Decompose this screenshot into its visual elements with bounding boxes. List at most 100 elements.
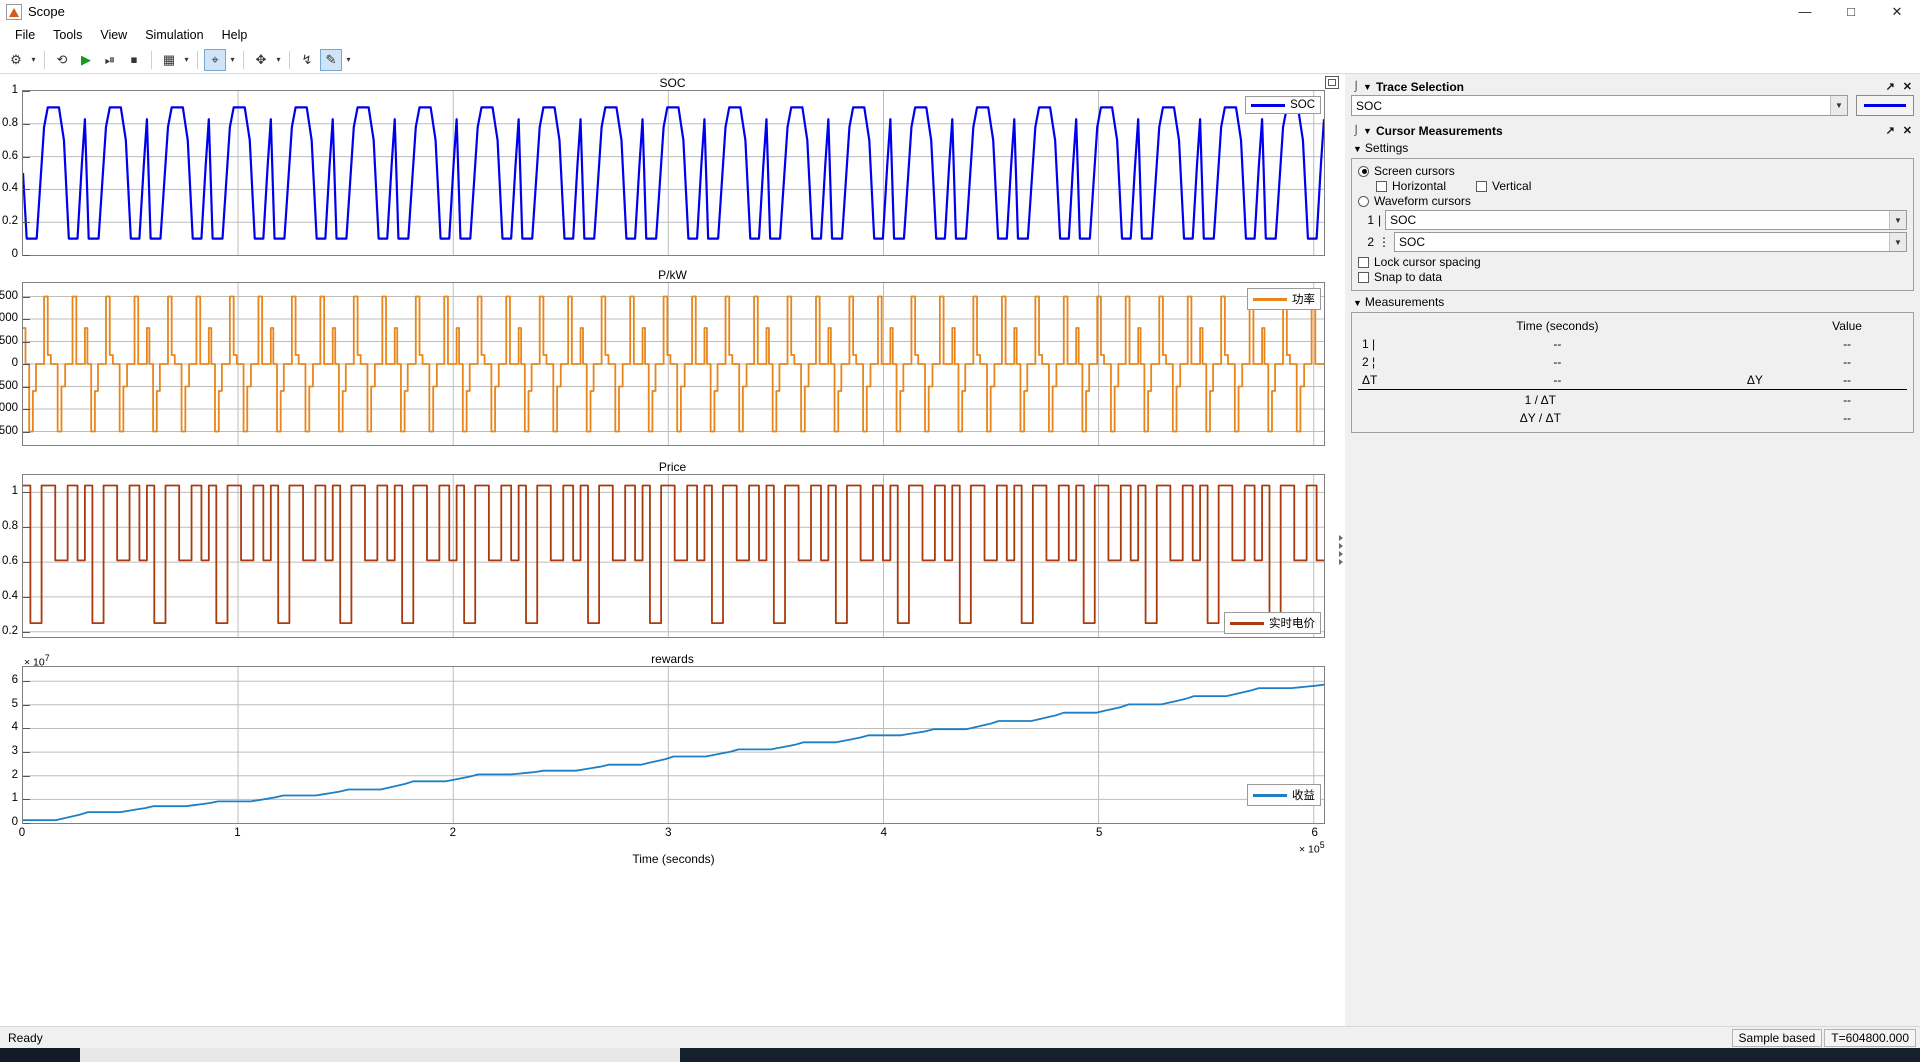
close-button[interactable]: ✕: [1874, 0, 1920, 24]
chevron-down-icon[interactable]: ▼: [1363, 126, 1372, 136]
step-forward-icon[interactable]: ⏯: [99, 49, 121, 71]
axes-container: 10.80.60.40.2实时电价: [22, 474, 1325, 638]
pin-icon[interactable]: ⌡: [1353, 81, 1359, 92]
configuration-properties-icon[interactable]: ⚙: [5, 49, 27, 71]
vertical-checkbox-row[interactable]: Vertical: [1476, 179, 1531, 193]
status-sim-time: T=604800.000: [1824, 1029, 1916, 1047]
checkbox-icon[interactable]: [1376, 181, 1387, 192]
horizontal-checkbox-row[interactable]: Horizontal: [1376, 179, 1446, 193]
waveform-cursors-option[interactable]: Waveform cursors: [1358, 194, 1907, 208]
cursor-1-dropdown[interactable]: SOC ▼: [1385, 210, 1907, 230]
cursor-settings-group: Screen cursors Horizontal Vertical Wavef…: [1351, 158, 1914, 291]
menu-view[interactable]: View: [91, 26, 136, 44]
axes[interactable]: [22, 282, 1325, 446]
y-tick-label: 0.8: [2, 520, 18, 532]
table-row: ΔY / ΔT--: [1358, 409, 1907, 427]
table-header-row: Time (seconds) Value: [1358, 317, 1907, 335]
cursor-measurements-icon[interactable]: ⌖: [204, 49, 226, 71]
axes[interactable]: [22, 666, 1325, 824]
vertical-label: Vertical: [1492, 179, 1531, 193]
checkbox-icon[interactable]: [1476, 181, 1487, 192]
chevron-down-icon[interactable]: ▼: [1830, 96, 1847, 115]
y-tick-mark: [23, 799, 30, 800]
cursor-measurements-header: ⌡ ▼ Cursor Measurements ↗ ✕: [1351, 122, 1914, 139]
chevron-down-icon[interactable]: ▾: [181, 49, 192, 71]
y-tick-mark: [23, 91, 30, 92]
table-row: 1 |----: [1358, 335, 1907, 353]
checkbox-icon[interactable]: [1358, 257, 1369, 268]
lock-cursor-spacing-label: Lock cursor spacing: [1374, 255, 1481, 269]
pin-icon[interactable]: ⌡: [1353, 125, 1359, 136]
table-row: ΔT--ΔY--: [1358, 371, 1907, 390]
trace-color-button[interactable]: [1856, 95, 1914, 116]
y-tick-mark: [23, 823, 30, 824]
menu-help[interactable]: Help: [213, 26, 257, 44]
run-icon[interactable]: ▶: [75, 49, 97, 71]
settings-label: Settings: [1365, 141, 1408, 155]
minimize-button[interactable]: —: [1782, 0, 1828, 24]
y-tick-label: 1: [12, 84, 18, 96]
run-back-icon[interactable]: ⟲: [51, 49, 73, 71]
snap-to-data-row[interactable]: Snap to data: [1358, 270, 1907, 284]
status-ready-text: Ready: [4, 1031, 43, 1045]
y-tick-label: 0: [12, 816, 18, 828]
toolbar-separator: [197, 51, 198, 69]
menu-simulation[interactable]: Simulation: [136, 26, 212, 44]
legend-p-kw[interactable]: 功率: [1247, 288, 1321, 310]
axes-container: 10.80.60.40.20SOC: [22, 90, 1325, 256]
chevron-down-icon[interactable]: ▾: [227, 49, 238, 71]
y-tick-label: 0: [12, 248, 18, 260]
layout-icon[interactable]: ▦: [158, 49, 180, 71]
x-tick-label: 0: [19, 827, 25, 839]
legend-soc[interactable]: SOC: [1245, 96, 1321, 114]
close-icon[interactable]: ✕: [1901, 80, 1914, 93]
row-label: 1 / ΔT: [1358, 391, 1723, 409]
trace-selection-panel: ⌡ ▼ Trace Selection ↗ ✕ SOC ▼: [1351, 78, 1914, 116]
taskbar: [0, 1048, 1920, 1062]
col-mid: [1723, 317, 1787, 335]
checkbox-icon[interactable]: [1358, 272, 1369, 283]
settings-subheader[interactable]: ▼Settings: [1353, 141, 1914, 155]
plot-title: P/kW: [0, 268, 1345, 282]
legend-rewards[interactable]: 收益: [1247, 784, 1321, 806]
chevron-down-icon[interactable]: ▾: [28, 49, 39, 71]
measurements-table: Time (seconds) Value 1 |----2 ¦----ΔT--Δ…: [1358, 317, 1907, 427]
radio-icon[interactable]: [1358, 166, 1369, 177]
stop-icon[interactable]: ⏹: [123, 49, 145, 71]
maximize-button[interactable]: □: [1828, 0, 1874, 24]
y-tick-mark: [23, 632, 30, 633]
measurements-subheader[interactable]: ▼Measurements: [1353, 295, 1914, 309]
chevron-down-icon[interactable]: ▾: [273, 49, 284, 71]
taskbar-window-segment: [80, 1048, 680, 1062]
toolbar-separator: [151, 51, 152, 69]
screen-cursors-option[interactable]: Screen cursors: [1358, 164, 1907, 178]
axes[interactable]: [22, 474, 1325, 638]
cursor-2-dropdown[interactable]: SOC ▼: [1394, 232, 1907, 252]
zoom-fit-icon[interactable]: ✥: [250, 49, 272, 71]
trace-select-dropdown[interactable]: SOC ▼: [1351, 95, 1848, 116]
y-tick-mark: [23, 409, 30, 410]
axes[interactable]: [22, 90, 1325, 256]
style-icon[interactable]: ✎: [320, 49, 342, 71]
trigger-icon[interactable]: ↯: [296, 49, 318, 71]
snap-to-data-label: Snap to data: [1374, 270, 1442, 284]
lock-cursor-spacing-row[interactable]: Lock cursor spacing: [1358, 255, 1907, 269]
undock-icon[interactable]: ↗: [1884, 124, 1897, 137]
legend-price[interactable]: 实时电价: [1224, 612, 1321, 634]
row-label: ΔT: [1358, 371, 1392, 390]
chevron-down-icon[interactable]: ▾: [343, 49, 354, 71]
cursor-2-label: 2: [1358, 235, 1374, 249]
y-tick-label: 1: [12, 485, 18, 497]
menu-tools[interactable]: Tools: [44, 26, 91, 44]
row-value: --: [1787, 353, 1907, 371]
menu-file[interactable]: File: [6, 26, 44, 44]
chevron-down-icon[interactable]: ▼: [1889, 233, 1906, 251]
radio-icon[interactable]: [1358, 196, 1369, 207]
chevron-down-icon[interactable]: ▼: [1363, 82, 1372, 92]
legend-swatch: [1253, 794, 1287, 797]
y-tick-label: 0.6: [2, 150, 18, 162]
trace-select-value: SOC: [1356, 99, 1382, 113]
close-icon[interactable]: ✕: [1901, 124, 1914, 137]
undock-icon[interactable]: ↗: [1884, 80, 1897, 93]
chevron-down-icon[interactable]: ▼: [1889, 211, 1906, 229]
